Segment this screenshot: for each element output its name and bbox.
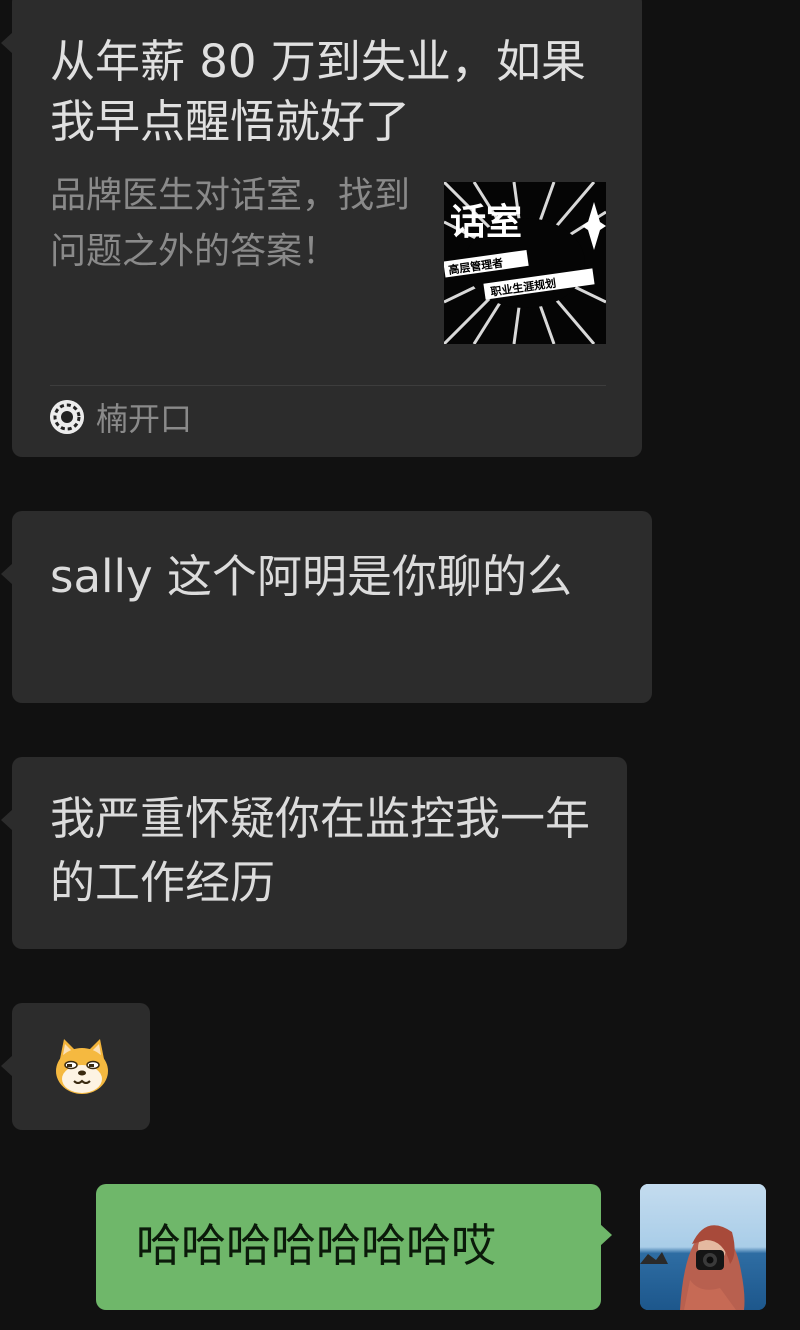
user-avatar[interactable]: [640, 1184, 766, 1310]
incoming-message-bubble[interactable]: sally 这个阿明是你聊的么: [1, 511, 652, 703]
link-card-divider: [50, 385, 606, 386]
message-text: 我严重怀疑你在监控我一年的工作经历: [50, 792, 591, 909]
source-logo-icon: [50, 400, 84, 434]
link-card-title: 从年薪 80 万到失业，如果我早点醒悟就好了: [50, 35, 586, 148]
message-text: 哈哈哈哈哈哈哈哎: [136, 1219, 497, 1272]
doge-emoji-icon: [56, 1039, 108, 1094]
message-text: sally 这个阿明是你聊的么: [50, 550, 572, 603]
shared-link-card[interactable]: 从年薪 80 万到失业，如果我早点醒悟就好了 品牌医生对话室，找到问题之外的答案…: [1, 0, 642, 457]
svg-text:话室: 话室: [450, 202, 522, 243]
source-name: 楠开口: [96, 400, 193, 438]
incoming-message-bubble[interactable]: 我严重怀疑你在监控我一年的工作经历: [1, 757, 627, 949]
chat-screen: 从年薪 80 万到失业，如果我早点醒悟就好了 品牌医生对话室，找到问题之外的答案…: [0, 0, 800, 1330]
outgoing-message-bubble[interactable]: 哈哈哈哈哈哈哈哎: [96, 1184, 612, 1310]
link-card-thumbnail: 话室 高层管理者 职业生涯规划: [444, 182, 606, 344]
link-card-description: 品牌医生对话室，找到问题之外的答案！: [50, 175, 411, 272]
link-card-source[interactable]: 楠开口: [50, 394, 192, 440]
incoming-emoji-bubble[interactable]: [1, 1003, 150, 1130]
